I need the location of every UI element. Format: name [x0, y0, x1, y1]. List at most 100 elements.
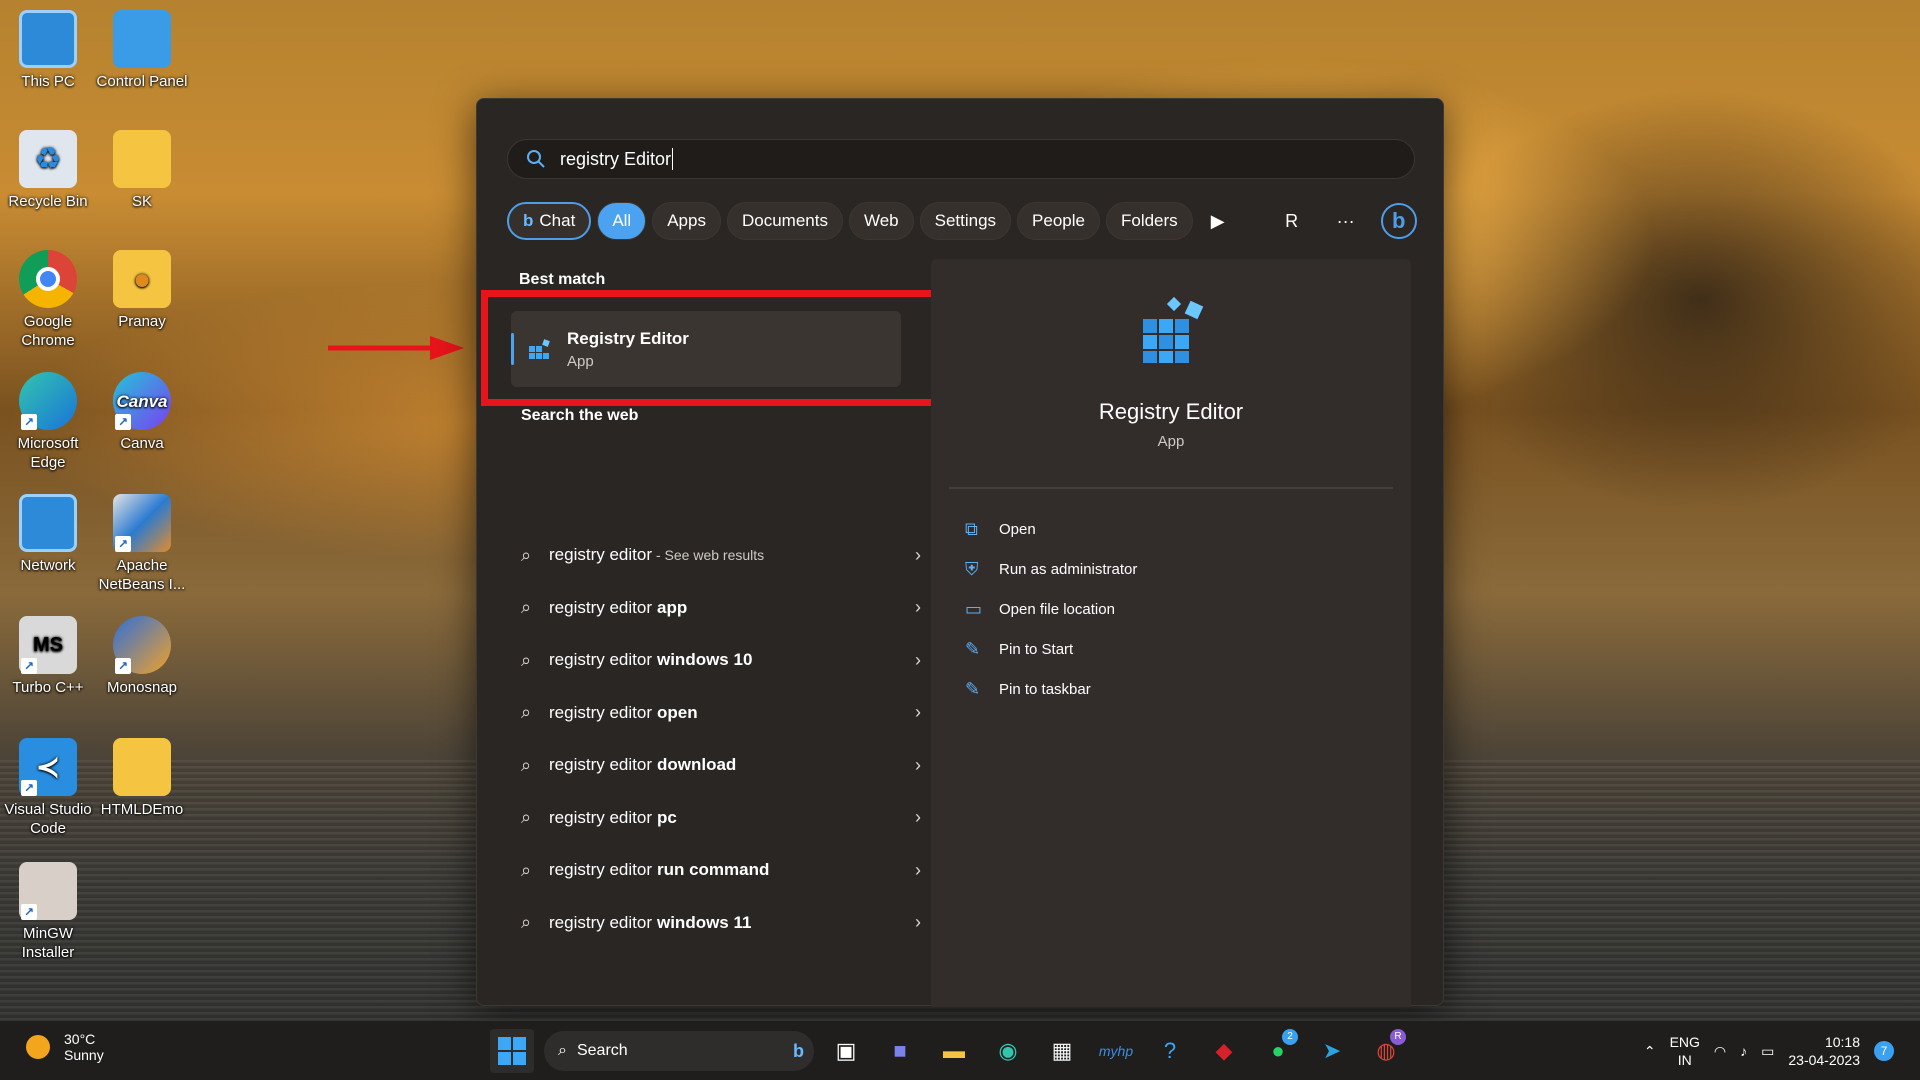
- search-query: registry Editor: [560, 148, 672, 169]
- user-folder-icon: ●: [113, 250, 171, 308]
- detail-actions: ⧉ Open ⛨ Run as administrator ▭ Open fil…: [965, 509, 1137, 709]
- filter-apps-label: Apps: [667, 211, 706, 230]
- microsoft-store-icon[interactable]: ▦: [1040, 1029, 1084, 1073]
- pin-icon: ✎: [965, 678, 981, 699]
- windows-start-icon[interactable]: [490, 1029, 534, 1073]
- sun-icon: [26, 1035, 50, 1059]
- action-pin-to-start[interactable]: ✎ Pin to Start: [965, 629, 1137, 669]
- desktop-icon-control-panel[interactable]: Control Panel: [94, 10, 190, 91]
- desktop-icon-label: Monosnap: [106, 679, 178, 696]
- folder-icon: [113, 130, 171, 188]
- suggestion-text: registry editor: [549, 860, 652, 880]
- desktop-icon-label: Recycle Bin: [8, 193, 88, 210]
- suggestion-bold: run command: [656, 860, 770, 880]
- desktop-icon-network[interactable]: Network: [0, 494, 96, 575]
- chevron-right-icon: ›: [915, 859, 921, 880]
- desktop-icon-mingw[interactable]: ↗ MinGW Installer: [0, 862, 96, 962]
- account-button[interactable]: R: [1273, 202, 1311, 240]
- suggestion-text: registry editor: [549, 702, 652, 722]
- play-icon[interactable]: ▶: [1199, 202, 1237, 240]
- filter-chat[interactable]: b Chat: [507, 202, 592, 240]
- search-input[interactable]: registry Editor: [507, 139, 1415, 179]
- bing-icon[interactable]: b: [1380, 203, 1417, 239]
- whatsapp-icon[interactable]: ● 2: [1256, 1029, 1300, 1073]
- desktop-icon-pranay[interactable]: ● Pranay: [94, 250, 190, 331]
- suggestion-text: registry editor: [549, 807, 652, 827]
- web-suggestion[interactable]: ⌕ registry editor windows 10 ›: [521, 634, 921, 687]
- chrome-icon[interactable]: ◍ R: [1364, 1029, 1408, 1073]
- filter-folders[interactable]: Folders: [1105, 202, 1193, 240]
- suggestion-suffix: - See web results: [655, 547, 765, 564]
- desktop-icon-canva[interactable]: Canva ↗ Canva: [94, 372, 190, 453]
- desktop-icon-microsoft-edge[interactable]: ↗ Microsoft Edge: [0, 372, 96, 472]
- system-tray: ⌃ ENG IN ◠ ♪ ▭ 10:18 23-04-2023 7: [1644, 1029, 1894, 1073]
- taskbar-search[interactable]: ⌕ Search b: [544, 1031, 814, 1071]
- vscode-icon: ≺ ↗: [19, 738, 77, 796]
- action-open[interactable]: ⧉ Open: [965, 509, 1137, 549]
- edge-icon: ↗: [19, 372, 77, 430]
- whatsapp-badge: 2: [1282, 1029, 1298, 1045]
- more-icon: ···: [1336, 210, 1355, 231]
- weather-widget[interactable]: 30°C Sunny: [26, 1031, 104, 1063]
- desktop-icon-htmldemo[interactable]: HTMLDEmo: [94, 738, 190, 819]
- web-suggestion[interactable]: ⌕ registry editor pc ›: [521, 792, 921, 845]
- notification-badge[interactable]: 7: [1874, 1041, 1894, 1061]
- filter-all[interactable]: All: [597, 202, 647, 240]
- telegram-icon[interactable]: ➤: [1310, 1029, 1354, 1073]
- myhp-icon[interactable]: myhp: [1094, 1029, 1138, 1073]
- desktop-icon-label: HTMLDEmo: [100, 801, 184, 818]
- clock[interactable]: 10:18 23-04-2023: [1788, 1033, 1860, 1069]
- web-suggestion[interactable]: ⌕ registry editor download ›: [521, 739, 921, 792]
- desktop-icon-netbeans[interactable]: ↗ Apache NetBeans I...: [94, 494, 190, 594]
- battery-icon[interactable]: ▭: [1761, 1043, 1774, 1060]
- web-suggestion[interactable]: ⌕ registry editor - See web results ›: [521, 529, 921, 582]
- desktop-icon-label: Google Chrome: [21, 313, 75, 349]
- filter-people[interactable]: People: [1017, 202, 1100, 240]
- shield-icon: ⛨: [965, 558, 979, 579]
- search-icon: ⌕: [521, 754, 532, 775]
- filter-settings[interactable]: Settings: [919, 202, 1012, 240]
- filter-documents[interactable]: Documents: [726, 202, 843, 240]
- edge-icon[interactable]: ◉: [986, 1029, 1030, 1073]
- filter-web[interactable]: Web: [848, 202, 914, 240]
- clock-date: 23-04-2023: [1788, 1052, 1860, 1068]
- desktop-icon-google-chrome[interactable]: Google Chrome: [0, 250, 96, 350]
- suggestion-text: registry editor: [549, 597, 652, 617]
- desktop-icon-this-pc[interactable]: This PC: [0, 10, 96, 91]
- desktop-icon-label: This PC: [21, 73, 75, 90]
- task-view-icon[interactable]: ▣: [824, 1029, 868, 1073]
- web-suggestion[interactable]: ⌕ registry editor windows 11 ›: [521, 897, 921, 950]
- web-suggestion[interactable]: ⌕ registry editor run command ›: [521, 844, 921, 897]
- web-suggestion[interactable]: ⌕ registry editor open ›: [521, 687, 921, 740]
- teams-chat-icon[interactable]: ■: [878, 1029, 922, 1073]
- desktop-icon-turbo-cpp[interactable]: MS ↗ Turbo C++: [0, 616, 96, 697]
- action-run-as-administrator[interactable]: ⛨ Run as administrator: [965, 549, 1137, 589]
- filter-chat-label: Chat: [539, 211, 576, 230]
- search-icon: ⌕: [558, 1042, 567, 1059]
- chevron-up-icon[interactable]: ⌃: [1644, 1043, 1656, 1060]
- mcafee-icon[interactable]: ◆: [1202, 1029, 1246, 1073]
- more-options-button[interactable]: ···: [1327, 202, 1365, 240]
- action-label: Open: [999, 520, 1036, 538]
- pin-icon: ✎: [965, 638, 981, 659]
- clock-time: 10:18: [1824, 1034, 1860, 1050]
- action-pin-to-taskbar[interactable]: ✎ Pin to taskbar: [965, 669, 1137, 709]
- desktop-icon-label: Visual Studio Code: [4, 801, 92, 837]
- desktop-icon-label: MinGW Installer: [21, 925, 75, 961]
- wifi-icon[interactable]: ◠: [1714, 1043, 1726, 1060]
- action-open-file-location[interactable]: ▭ Open file location: [965, 589, 1137, 629]
- file-explorer-icon[interactable]: ▬: [932, 1029, 976, 1073]
- help-icon[interactable]: ?: [1148, 1029, 1192, 1073]
- weather-desc: Sunny: [64, 1047, 104, 1063]
- chevron-right-icon: ›: [915, 649, 921, 670]
- desktop-icon-recycle-bin[interactable]: ♻ Recycle Bin: [0, 130, 96, 211]
- desktop-icon-sk[interactable]: SK: [94, 130, 190, 211]
- desktop-icon-vscode[interactable]: ≺ ↗ Visual Studio Code: [0, 738, 96, 838]
- volume-icon[interactable]: ♪: [1740, 1043, 1747, 1059]
- filter-apps[interactable]: Apps: [652, 202, 721, 240]
- search-icon: ⌕: [521, 544, 532, 565]
- web-suggestion[interactable]: ⌕ registry editor app ›: [521, 582, 921, 635]
- desktop-icon-monosnap[interactable]: ↗ Monosnap: [94, 616, 190, 697]
- language-indicator[interactable]: ENG IN: [1670, 1033, 1700, 1069]
- search-icon: ⌕: [521, 807, 532, 828]
